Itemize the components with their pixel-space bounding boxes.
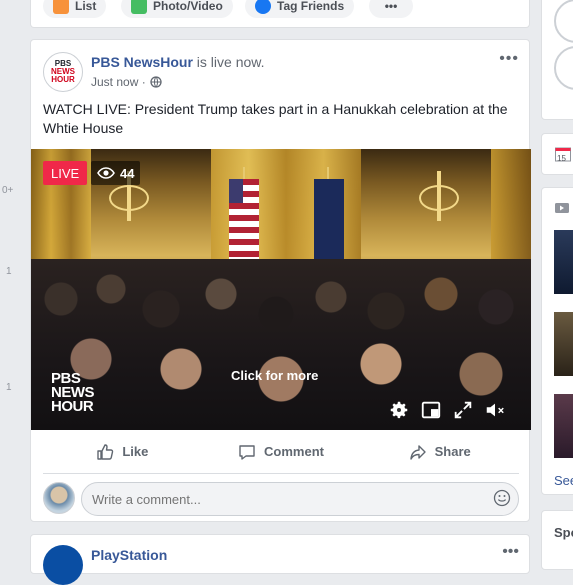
photo-video-label: Photo/Video: [153, 0, 223, 13]
mute-icon[interactable]: [484, 399, 506, 421]
video-scene-chandelier: [411, 171, 467, 221]
page-name-link[interactable]: PBS NewsHour: [91, 54, 193, 70]
video-scene-presidential-flag: [314, 179, 344, 264]
video-thumbnail[interactable]: [554, 312, 573, 376]
watch-video-icon: [555, 203, 569, 213]
tag-friends-icon: [255, 0, 271, 14]
comment-bubble-icon: [239, 444, 255, 460]
right-stories-card: [541, 0, 573, 120]
next-post: PlayStation •••: [30, 534, 530, 585]
live-badge: LIVE: [43, 161, 88, 185]
calendar-day: 15: [557, 154, 566, 163]
page-avatar[interactable]: PBS NEWS HOUR: [43, 52, 83, 92]
post-timestamp: Just now ·: [91, 75, 162, 89]
story-avatar[interactable]: [554, 46, 573, 90]
share-arrow-icon: [409, 444, 426, 460]
comment-label: Comment: [264, 444, 324, 459]
next-post-page-avatar[interactable]: [43, 545, 83, 585]
video-scene-us-flag: [229, 179, 259, 264]
post-text: WATCH LIVE: President Trump takes part i…: [43, 101, 508, 136]
watermark-line3: HOUR: [51, 398, 94, 415]
viewer-count: 44: [120, 165, 135, 181]
photo-video-button[interactable]: Photo/Video: [121, 0, 233, 18]
like-button[interactable]: Like: [43, 430, 202, 473]
post-header: PBS NewsHour is live now.: [91, 54, 265, 70]
video-thumbnail[interactable]: [554, 394, 573, 458]
sponsored-heading: Spo: [554, 525, 573, 540]
right-watch-card: See: [541, 187, 573, 495]
next-post-page-name[interactable]: PlayStation: [91, 547, 167, 563]
tag-friends-button[interactable]: Tag Friends: [245, 0, 355, 18]
page-logo-line3: HOUR: [51, 75, 75, 84]
story-avatar[interactable]: [554, 0, 573, 43]
globe-icon: [150, 76, 162, 88]
timestamp-text[interactable]: Just now ·: [91, 75, 146, 89]
emoji-smile-icon[interactable]: [493, 489, 511, 507]
tag-friends-label: Tag Friends: [277, 0, 345, 13]
post-actions-bar: Like Comment Share: [43, 430, 519, 474]
thumbs-up-icon: [97, 443, 114, 460]
next-post-options-button[interactable]: •••: [502, 543, 519, 561]
left-gutter: 0+ 1 1: [0, 0, 28, 556]
live-video-post: PBS NEWS HOUR PBS NewsHour is live now. …: [30, 39, 531, 522]
right-events-card: 15: [541, 133, 573, 175]
current-user-avatar[interactable]: [43, 482, 75, 514]
fullscreen-icon[interactable]: [452, 399, 474, 421]
post-options-button[interactable]: •••: [499, 50, 519, 68]
like-label: Like: [122, 444, 149, 459]
comment-input[interactable]: [81, 482, 519, 516]
eye-icon: [97, 167, 115, 179]
gutter-count: 1: [6, 382, 12, 393]
viewer-count-badge: 44: [91, 161, 141, 185]
composer-card: List Photo/Video Tag Friends •••: [30, 0, 530, 28]
share-label: Share: [434, 444, 471, 459]
video-thumbnail[interactable]: [554, 230, 573, 294]
gutter-count: 1: [6, 266, 12, 277]
pbs-newshour-watermark: PBS NEWS HOUR: [51, 371, 95, 415]
list-label: List: [75, 0, 97, 13]
share-button[interactable]: Share: [360, 430, 519, 473]
comment-composer: [43, 480, 519, 516]
click-for-more-overlay[interactable]: Click for more: [231, 368, 318, 383]
picture-in-picture-icon[interactable]: [420, 399, 442, 421]
list-icon: [53, 0, 69, 14]
live-video-player[interactable]: LIVE 44 PBS NEWS HOUR Click for more: [31, 149, 531, 430]
live-status-text: is live now.: [192, 54, 265, 70]
comment-button[interactable]: Comment: [202, 430, 361, 473]
list-button[interactable]: List: [43, 0, 107, 18]
right-sponsored-card: Spo: [541, 510, 573, 570]
see-all-link[interactable]: See: [554, 473, 573, 488]
photo-icon: [131, 0, 147, 14]
settings-gear-icon[interactable]: [388, 399, 410, 421]
gutter-count: 0+: [2, 185, 14, 196]
more-options-button[interactable]: •••: [369, 0, 413, 18]
right-column: 15 See Spo: [541, 0, 573, 570]
